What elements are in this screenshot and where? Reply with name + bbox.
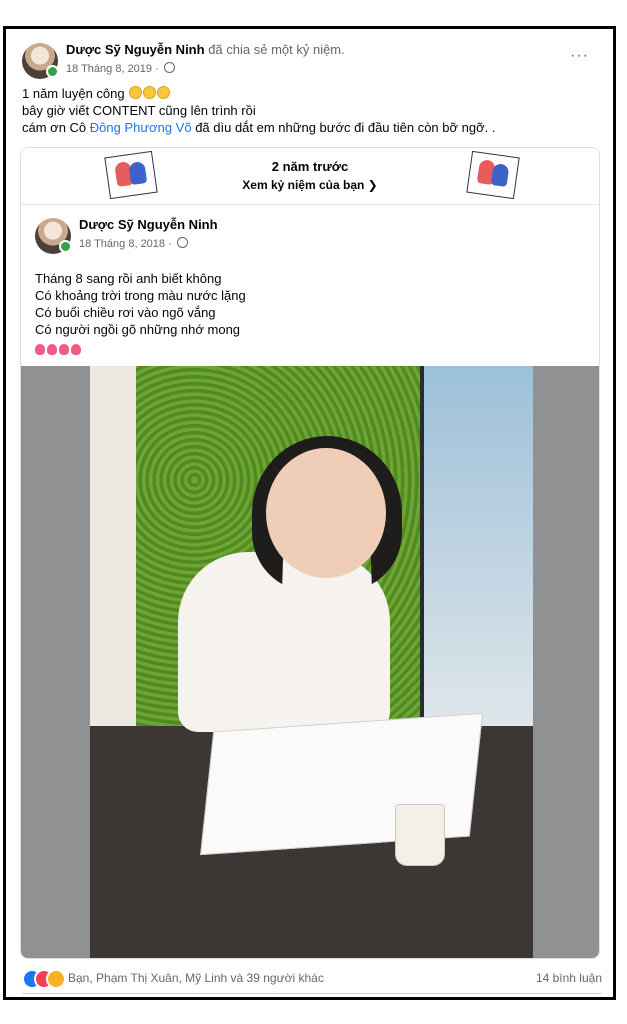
wow-reaction-icon xyxy=(46,969,66,989)
comments-count[interactable]: 14 bình luận xyxy=(536,971,602,985)
globe-icon xyxy=(176,237,188,248)
person-head xyxy=(266,448,386,578)
more-options-button[interactable]: ··· xyxy=(570,47,589,65)
post-line-3: cám ơn Cô Đông Phương Võ đã dìu dắt em n… xyxy=(22,119,599,136)
memory-post-header: Dược Sỹ Nguyễn Ninh 18 Tháng 8, 2018 · xyxy=(35,214,335,254)
laughing-emoji-icon xyxy=(157,86,171,99)
mention-link[interactable]: Đông Phương Võ xyxy=(90,120,192,135)
globe-icon xyxy=(163,62,175,73)
tulip-emoji-icon xyxy=(35,344,45,355)
flower-emoji-row xyxy=(35,341,246,358)
paper-cup xyxy=(395,804,445,866)
reactions-summary[interactable]: Bạn, Phạm Thị Xuân, Mỹ Linh và 39 người … xyxy=(68,971,324,985)
tulip-emoji-icon xyxy=(59,344,69,355)
person-shirt xyxy=(178,552,390,732)
laughing-emoji-icon xyxy=(143,86,157,99)
memory-illustration-right xyxy=(466,150,520,200)
memory-timestamp[interactable]: 18 Tháng 8, 2018 · xyxy=(79,237,188,250)
post-line-3-tail: đã dìu dắt em những bước đi đầu tiên còn… xyxy=(191,120,496,135)
illustration-person xyxy=(490,162,510,187)
memory-poem: Tháng 8 sang rồi anh biết không Có khoản… xyxy=(35,270,246,358)
post-photo[interactable] xyxy=(21,366,599,958)
author-avatar[interactable] xyxy=(22,43,59,79)
tulip-emoji-icon xyxy=(71,344,81,355)
post-line-1-text: 1 năm luyện công xyxy=(22,86,129,101)
tulip-emoji-icon xyxy=(47,344,57,355)
memory-author-line: Dược Sỹ Nguyễn Ninh xyxy=(79,217,218,232)
post-date: 18 Tháng 8, 2019 · xyxy=(66,63,162,75)
poem-line: Có khoảng trời trong màu nước lặng xyxy=(35,288,246,303)
window-view xyxy=(420,366,533,726)
divider xyxy=(22,993,602,994)
post-text: 1 năm luyện công bây giờ viết CONTENT cũ… xyxy=(22,85,599,136)
author-name[interactable]: Dược Sỹ Nguyễn Ninh xyxy=(66,42,205,57)
post-line-2: bây giờ viết CONTENT cũng lên trình rồi xyxy=(22,103,256,118)
facebook-post-card: Dược Sỹ Nguyễn Ninh đã chia sẻ một kỷ ni… xyxy=(3,26,616,1000)
post-header-line: Dược Sỹ Nguyễn Ninh đã chia sẻ một kỷ ni… xyxy=(66,42,345,57)
poem-line: Có người ngồi gõ những nhớ mong xyxy=(35,322,241,337)
memory-author-avatar[interactable] xyxy=(35,218,72,254)
poem-line: Tháng 8 sang rồi anh biết không xyxy=(35,271,222,286)
memory-header[interactable]: 2 năm trước Xem kỷ niệm của bạn ❯ xyxy=(21,148,599,205)
memory-author-name[interactable]: Dược Sỹ Nguyễn Ninh xyxy=(79,217,218,232)
post-line-1: 1 năm luyện công xyxy=(22,85,599,102)
memory-date: 18 Tháng 8, 2018 · xyxy=(79,238,175,250)
memory-card[interactable]: 2 năm trước Xem kỷ niệm của bạn ❯ Dược S… xyxy=(20,147,600,959)
laughing-emoji-icon xyxy=(129,86,143,99)
photo-scene xyxy=(90,366,533,958)
reactions-bar[interactable]: Bạn, Phạm Thị Xuân, Mỹ Linh và 39 người … xyxy=(22,967,602,991)
post-line-3-text: cám ơn Cô xyxy=(22,120,90,135)
post-timestamp[interactable]: 18 Tháng 8, 2019 · xyxy=(66,62,175,75)
post-header: Dược Sỹ Nguyễn Ninh đã chia sẻ một kỷ ni… xyxy=(22,39,599,79)
post-action: đã chia sẻ một kỷ niệm. xyxy=(204,42,345,57)
poem-line: Có buổi chiều rơi vào ngõ vắng xyxy=(35,305,216,320)
